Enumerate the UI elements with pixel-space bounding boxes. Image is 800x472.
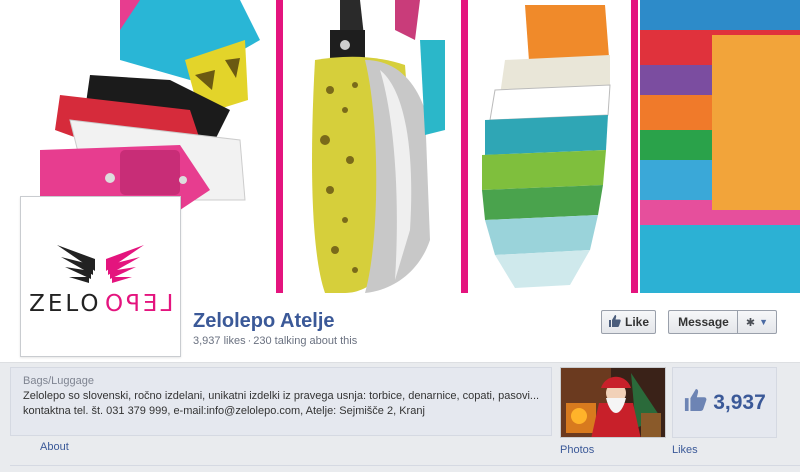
profile-picture[interactable]: ZELO LEPO [20,196,181,357]
tab-photos[interactable]: Photos [560,444,594,456]
cover-panel-purse [470,0,630,293]
like-button-label: Like [624,315,649,329]
talking-about-text[interactable]: 230 talking about this [253,335,357,347]
page-category[interactable]: Bags/Luggage [23,375,539,387]
likes-count: 3,937 [713,390,766,414]
thumbs-up-icon [608,314,621,330]
likes-summary[interactable]: 3,937 [672,367,777,438]
message-button[interactable]: Message [668,310,738,334]
cover-divider [631,0,638,293]
cover-panel-bag [285,0,460,293]
about-box[interactable]: Bags/Luggage Zelolepo so slovenski, ročn… [10,367,552,436]
tab-about[interactable]: About [40,441,69,453]
tab-likes[interactable]: Likes [672,444,698,456]
page-title[interactable]: Zelolepo Atelje [193,310,335,333]
page-options-button[interactable]: ✱ ▼ [737,310,777,334]
cover-divider [276,0,283,293]
page-stats: 3,937 likes · 230 talking about this [193,335,357,347]
page-contact: kontaktna tel. št. 031 379 999, e-mail:i… [23,405,425,417]
likes-count-text[interactable]: 3,937 likes [193,335,246,347]
zelolepo-logo: ZELO LEPO [25,201,176,352]
like-button[interactable]: Like [601,310,656,334]
divider [10,465,800,466]
logo-text-lepo: LEPO [101,291,173,317]
logo-text-zelo: ZELO [29,291,102,317]
chevron-down-icon: ▼ [759,317,769,327]
page-description: Zelolepo so slovenski, ročno izdelani, u… [23,390,540,402]
gear-icon: ✱ [745,316,756,329]
cover-divider [461,0,468,293]
message-button-label: Message [678,315,729,329]
thumbs-up-icon [683,389,707,416]
photos-thumbnail[interactable] [560,367,666,438]
cover-panel-stripes [640,0,800,293]
